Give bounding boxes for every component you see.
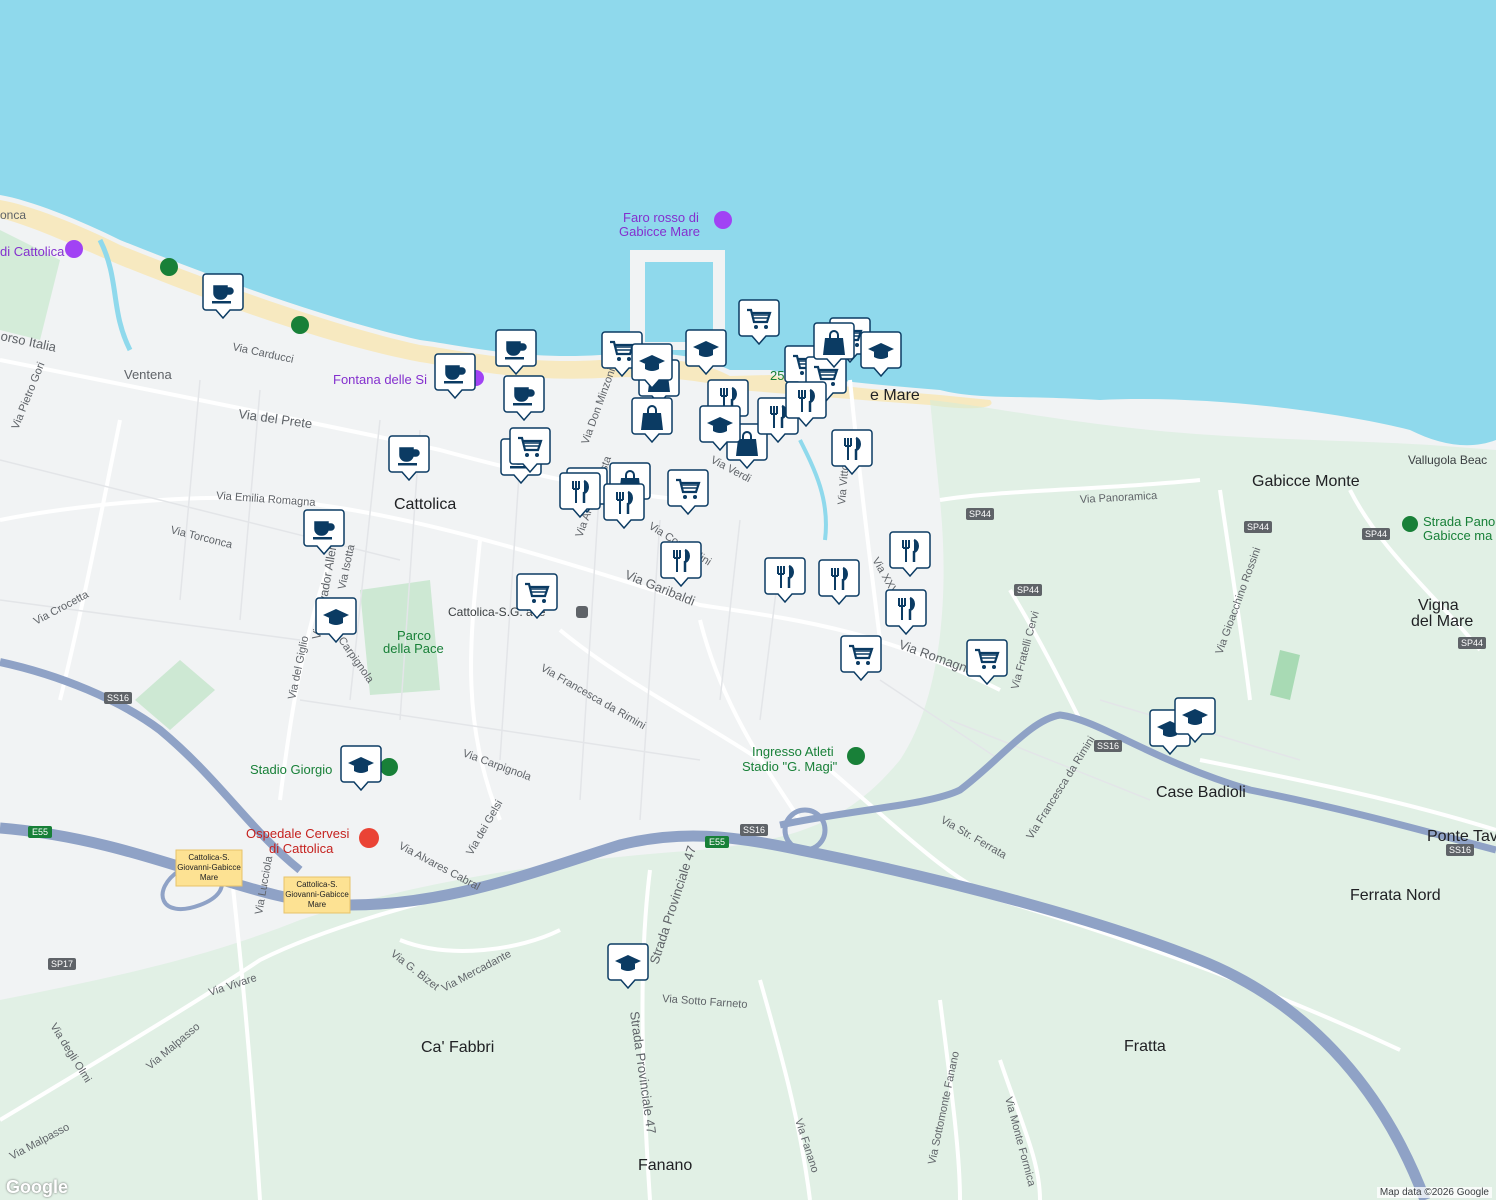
- svg-text:SS16: SS16: [743, 825, 765, 835]
- poi-ospedale-line1: Ospedale Cervesi: [246, 826, 349, 841]
- place-gabicce-monte: Gabicce Monte: [1252, 473, 1360, 490]
- stadium-icon[interactable]: [380, 758, 398, 776]
- svg-text:Giovanni-Gabicce: Giovanni-Gabicce: [177, 863, 241, 872]
- svg-text:SP44: SP44: [1461, 638, 1483, 648]
- poi-vallugola: Vallugola Beac: [1408, 453, 1487, 467]
- svg-text:SP44: SP44: [1365, 529, 1387, 539]
- svg-text:SS16: SS16: [1097, 741, 1119, 751]
- svg-text:E55: E55: [709, 837, 725, 847]
- stadium-icon[interactable]: [847, 747, 865, 765]
- shield-ss16-b: SS16: [740, 824, 768, 836]
- poi-stadio-giorgio: Stadio Giorgio: [250, 762, 332, 777]
- poi-parco-line2: della Pace: [383, 641, 444, 656]
- tree-icon[interactable]: [1402, 516, 1418, 532]
- poi-strada-panoramica-2: Gabicce ma: [1423, 528, 1493, 543]
- train-station-icon[interactable]: [576, 606, 588, 618]
- poi-ospedale-line2: di Cattolica: [269, 841, 334, 856]
- park-pin-icon[interactable]: [291, 316, 309, 334]
- place-vigna: Vigna: [1418, 597, 1459, 614]
- svg-text:SS16: SS16: [107, 693, 129, 703]
- svg-text:SS16: SS16: [1449, 845, 1471, 855]
- place-gabicce-mare: e Mare: [870, 387, 920, 404]
- exit-label-1: Cattolica-S. Giovanni-Gabicce Mare: [175, 849, 243, 887]
- place-ventena: Ventena: [124, 367, 172, 382]
- svg-text:SP17: SP17: [51, 959, 73, 969]
- poi-di-cattolica: di Cattolica: [0, 244, 65, 259]
- svg-text:SP44: SP44: [1017, 585, 1039, 595]
- place-fanano: Fanano: [638, 1157, 692, 1174]
- shield-sp44-a: SP44: [966, 508, 994, 520]
- poi-ingresso-line2: Stadio "G. Magi": [742, 759, 838, 774]
- map-canvas[interactable]: Cattolica Gabicce Monte Vigna del Mare C…: [0, 0, 1496, 1200]
- svg-text:Cattolica-S.: Cattolica-S.: [296, 880, 337, 889]
- shield-ss16-a: SS16: [104, 692, 132, 704]
- place-ca-fabbri: Ca' Fabbri: [421, 1039, 494, 1056]
- poi-faro-line2: Gabicce Mare: [619, 224, 700, 239]
- shield-sp44-b: SP44: [1014, 584, 1042, 596]
- shield-sp44-d: SP44: [1362, 528, 1390, 540]
- place-fratta: Fratta: [1124, 1038, 1166, 1055]
- svg-text:Cattolica-S.: Cattolica-S.: [188, 853, 229, 862]
- google-logo: Google: [6, 1177, 68, 1197]
- svg-text:SP44: SP44: [969, 509, 991, 519]
- shield-e55-b: E55: [705, 836, 729, 848]
- camera-icon[interactable]: [714, 211, 732, 229]
- place-ponte-tav: Ponte Tav: [1427, 828, 1496, 845]
- dolphin-icon[interactable]: [65, 240, 83, 258]
- shield-ss16-c: SS16: [1094, 740, 1122, 752]
- shield-sp44-e: SP44: [1458, 637, 1486, 649]
- poi-conca: onca: [0, 208, 26, 222]
- place-ferrata-nord: Ferrata Nord: [1350, 887, 1441, 904]
- svg-text:Giovanni-Gabicce: Giovanni-Gabicce: [285, 890, 349, 899]
- poi-ingresso-line1: Ingresso Atleti: [752, 744, 834, 759]
- place-case-badioli: Case Badioli: [1156, 784, 1246, 801]
- poi-fontana: Fontana delle Si: [333, 372, 427, 387]
- shield-ss16-d: SS16: [1446, 844, 1474, 856]
- place-cattolica: Cattolica: [394, 496, 456, 513]
- shield-e55-a: E55: [28, 826, 52, 838]
- shield-sp17: SP17: [48, 958, 76, 970]
- map-attribution[interactable]: Map data ©2026 Google: [1376, 1187, 1492, 1198]
- shield-sp44-c: SP44: [1244, 521, 1272, 533]
- place-del-mare: del Mare: [1411, 613, 1473, 630]
- svg-text:Mare: Mare: [200, 873, 219, 882]
- svg-text:Mare: Mare: [308, 900, 327, 909]
- svg-text:E55: E55: [32, 827, 48, 837]
- poi-faro-line1: Faro rosso di: [623, 210, 699, 225]
- svg-text:SP44: SP44: [1247, 522, 1269, 532]
- exit-label-2: Cattolica-S. Giovanni-Gabicce Mare: [283, 876, 351, 914]
- poi-strada-panoramica-1: Strada Pano: [1423, 514, 1495, 529]
- hospital-icon[interactable]: [359, 828, 379, 848]
- park-pin-icon[interactable]: [160, 258, 178, 276]
